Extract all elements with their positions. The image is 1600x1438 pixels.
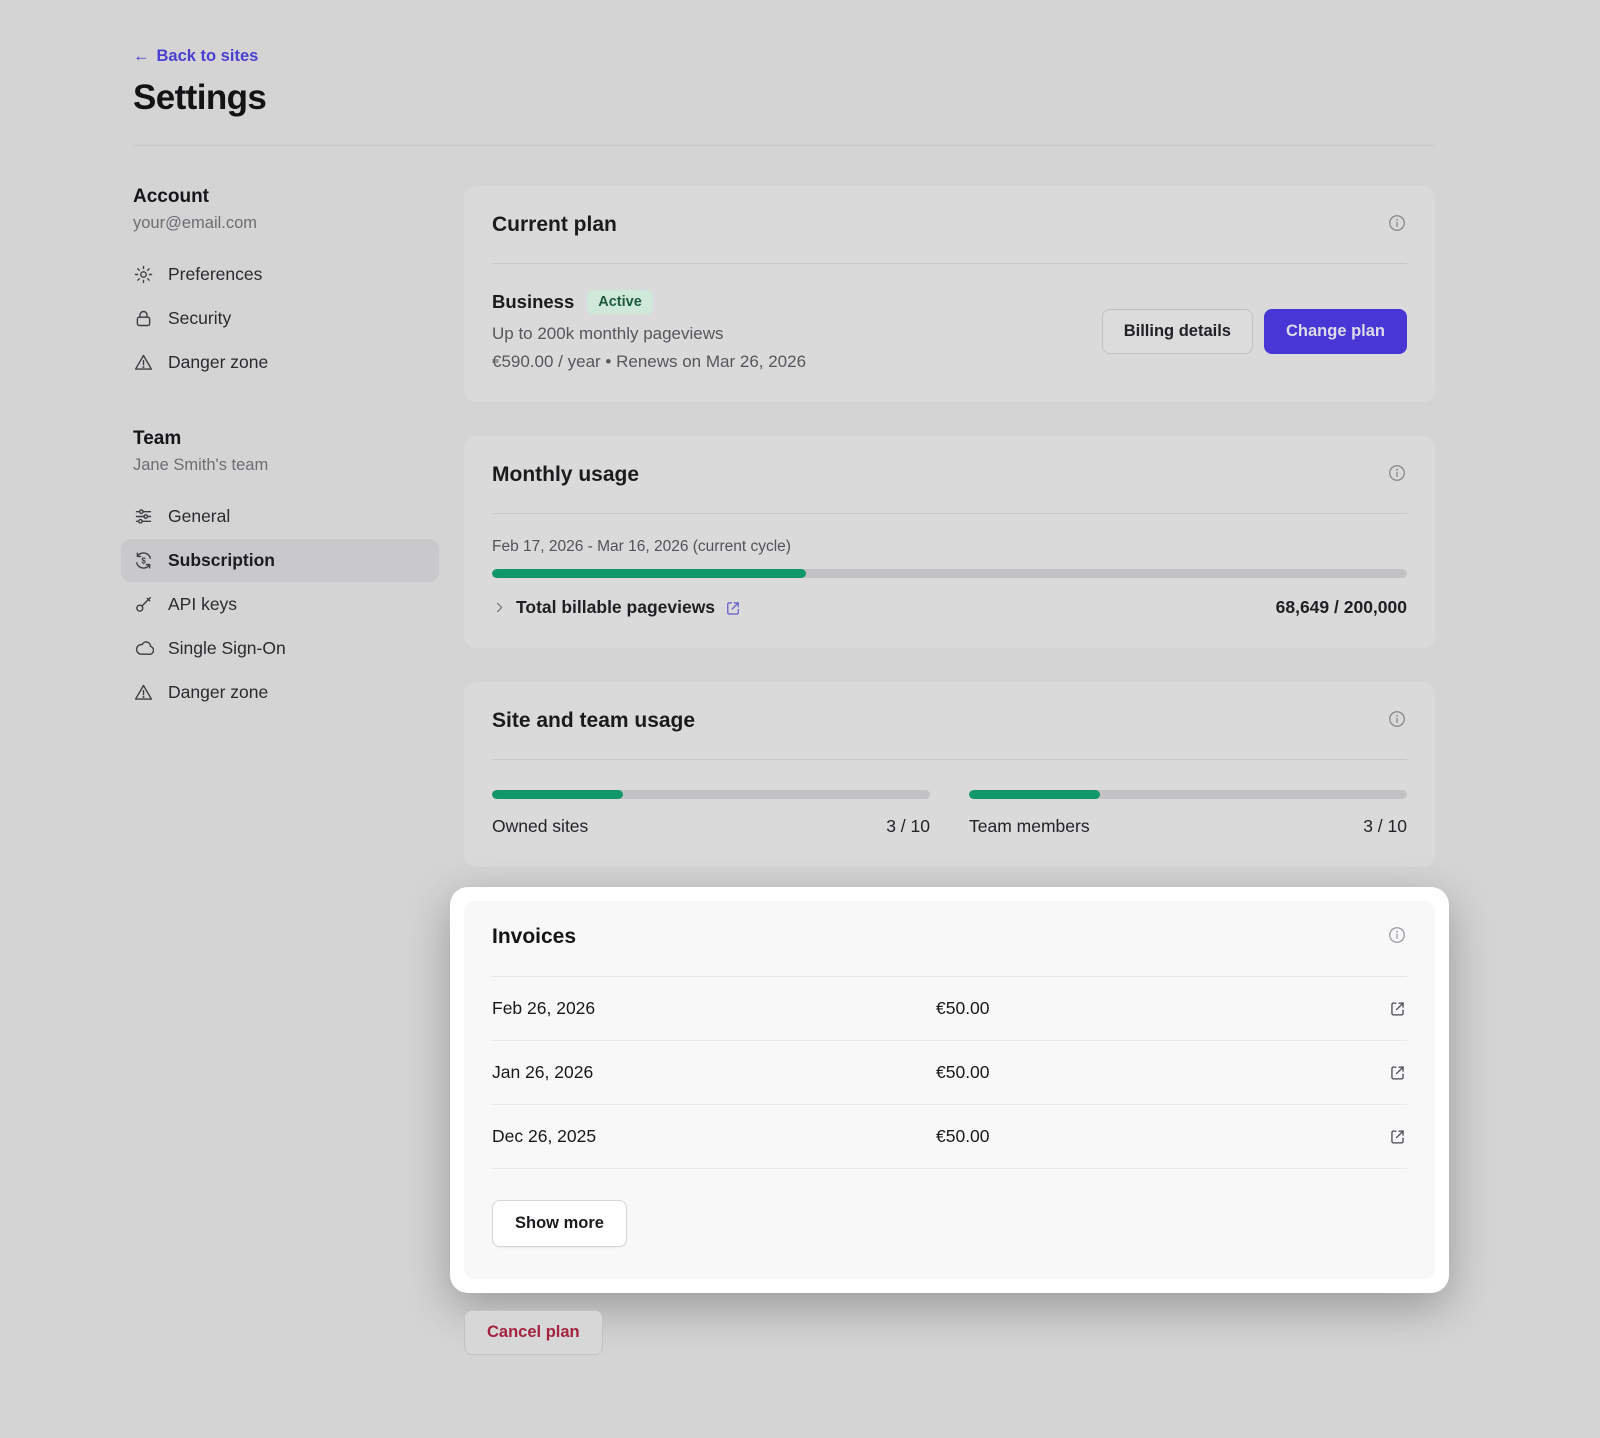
status-badge: Active <box>587 290 653 314</box>
invoice-row: Dec 26, 2025 €50.00 <box>492 1105 1407 1169</box>
chevron-right-icon <box>492 600 507 615</box>
owned-sites-meter: Owned sites 3 / 10 <box>492 790 930 837</box>
billing-cycle-icon: $ <box>133 550 154 571</box>
invoice-row: Feb 26, 2026 €50.00 <box>492 977 1407 1041</box>
warning-icon <box>133 352 154 373</box>
team-name: Jane Smith's team <box>133 456 439 475</box>
sidebar-item-label: Danger zone <box>168 682 268 703</box>
owned-sites-progress-track <box>492 790 930 799</box>
show-more-button[interactable]: Show more <box>492 1200 627 1247</box>
sidebar-item-api-keys[interactable]: API keys <box>121 583 439 626</box>
account-section: Account your@email.com Preferences <box>133 186 439 384</box>
billable-pageviews-toggle[interactable]: Total billable pageviews <box>492 597 742 618</box>
invoice-row: Jan 26, 2026 €50.00 <box>492 1041 1407 1105</box>
pageviews-usage-value: 68,649 / 200,000 <box>1276 597 1407 618</box>
site-team-usage-title: Site and team usage <box>492 709 695 733</box>
current-plan-card: Current plan Business Active Up to 20 <box>464 186 1435 402</box>
sidebar-item-label: General <box>168 506 230 527</box>
team-members-meter: Team members 3 / 10 <box>969 790 1407 837</box>
key-icon <box>133 594 154 615</box>
invoice-date: Dec 26, 2025 <box>492 1126 936 1147</box>
billing-details-button[interactable]: Billing details <box>1102 309 1253 354</box>
owned-sites-progress-fill <box>492 790 623 799</box>
page-title: Settings <box>133 78 1435 118</box>
sidebar-item-preferences[interactable]: Preferences <box>121 253 439 296</box>
owned-sites-value: 3 / 10 <box>886 816 930 837</box>
invoice-date: Jan 26, 2026 <box>492 1062 936 1083</box>
back-arrow-icon: ← <box>133 47 150 66</box>
sidebar-item-label: Single Sign-On <box>168 638 286 659</box>
owned-sites-label: Owned sites <box>492 816 588 837</box>
sidebar-item-security[interactable]: Security <box>121 297 439 340</box>
invoices-card: Invoices Feb 26, 2026 €50.00 <box>464 901 1435 1279</box>
team-members-value: 3 / 10 <box>1363 816 1407 837</box>
current-plan-title: Current plan <box>492 213 617 237</box>
site-team-usage-card: Site and team usage Owned sites <box>464 682 1435 867</box>
sidebar-item-subscription[interactable]: $ Subscription <box>121 539 439 582</box>
back-link-label: Back to sites <box>157 47 259 66</box>
account-section-label: Account <box>133 186 439 208</box>
team-members-label: Team members <box>969 816 1090 837</box>
invoice-amount: €50.00 <box>936 1126 1388 1147</box>
pageviews-progress-track <box>492 569 1407 578</box>
info-icon[interactable] <box>1387 213 1407 233</box>
sidebar-item-label: Preferences <box>168 264 262 285</box>
sidebar-item-label: Danger zone <box>168 352 268 373</box>
external-link-icon[interactable] <box>1388 999 1407 1018</box>
settings-main: Current plan Business Active Up to 20 <box>464 186 1435 1355</box>
sidebar-item-general[interactable]: General <box>121 495 439 538</box>
card-divider <box>492 513 1407 514</box>
sidebar-item-label: API keys <box>168 594 237 615</box>
plan-billing-info: €590.00 / year • Renews on Mar 26, 2026 <box>492 352 806 372</box>
change-plan-button[interactable]: Change plan <box>1264 309 1407 354</box>
info-icon[interactable] <box>1387 925 1407 945</box>
team-section-label: Team <box>133 428 439 450</box>
sidebar-item-team-danger-zone[interactable]: Danger zone <box>121 671 439 714</box>
monthly-usage-card: Monthly usage Feb 17, 2026 - Mar 16, 202… <box>464 436 1435 648</box>
team-section: Team Jane Smith's team General $ <box>133 428 439 714</box>
billing-cycle-label: Feb 17, 2026 - Mar 16, 2026 (current cyc… <box>492 538 1407 556</box>
pageviews-progress-fill <box>492 569 806 578</box>
header-divider <box>133 145 1435 146</box>
cloud-icon <box>133 638 154 659</box>
gear-icon <box>133 264 154 285</box>
sidebar-item-label: Security <box>168 308 231 329</box>
external-link-icon[interactable] <box>1388 1127 1407 1146</box>
cancel-plan-button[interactable]: Cancel plan <box>464 1310 603 1355</box>
card-divider <box>492 263 1407 264</box>
sidebar-item-label: Subscription <box>168 550 275 571</box>
billable-pageviews-label: Total billable pageviews <box>516 597 715 618</box>
settings-page: ← Back to sites Settings Account your@em… <box>0 0 1600 1355</box>
invoice-amount: €50.00 <box>936 998 1388 1019</box>
monthly-usage-title: Monthly usage <box>492 463 639 487</box>
external-link-icon[interactable] <box>724 599 742 617</box>
sidebar-item-single-sign-on[interactable]: Single Sign-On <box>121 627 439 670</box>
warning-icon <box>133 682 154 703</box>
plan-description: Up to 200k monthly pageviews <box>492 324 806 344</box>
invoices-spotlight: Invoices Feb 26, 2026 €50.00 <box>450 887 1449 1293</box>
sidebar-item-account-danger-zone[interactable]: Danger zone <box>121 341 439 384</box>
card-divider <box>492 759 1407 760</box>
invoices-title: Invoices <box>492 925 576 949</box>
sliders-icon <box>133 506 154 527</box>
invoice-amount: €50.00 <box>936 1062 1388 1083</box>
account-email: your@email.com <box>133 214 439 233</box>
back-to-sites-link[interactable]: ← Back to sites <box>133 47 258 66</box>
svg-text:$: $ <box>141 556 146 565</box>
lock-icon <box>133 308 154 329</box>
team-members-progress-track <box>969 790 1407 799</box>
info-icon[interactable] <box>1387 463 1407 483</box>
info-icon[interactable] <box>1387 709 1407 729</box>
team-members-progress-fill <box>969 790 1100 799</box>
invoice-date: Feb 26, 2026 <box>492 998 936 1019</box>
settings-sidebar: Account your@email.com Preferences <box>133 186 439 1355</box>
external-link-icon[interactable] <box>1388 1063 1407 1082</box>
plan-name: Business <box>492 291 574 313</box>
